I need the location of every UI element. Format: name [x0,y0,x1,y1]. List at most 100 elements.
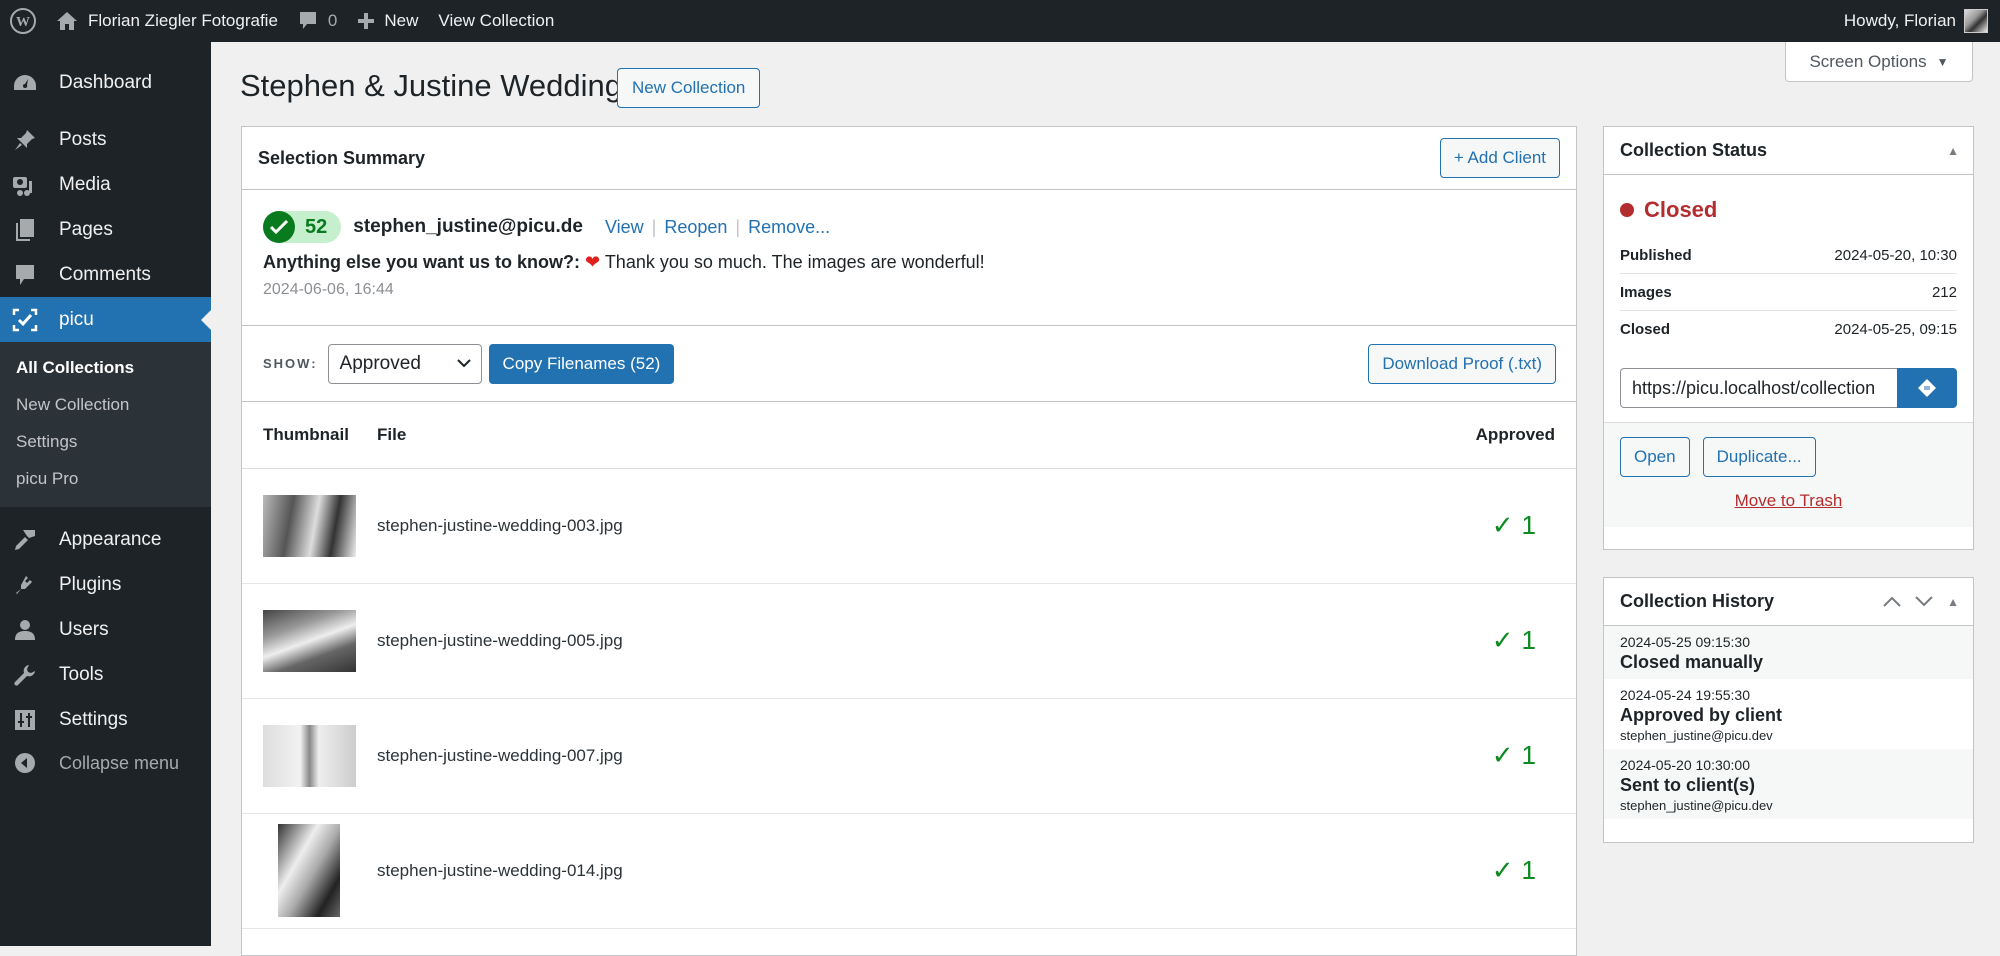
image-thumbnail[interactable] [263,609,356,672]
toggle-panel-icon[interactable]: ▲ [1947,144,1959,158]
column-header-thumbnail: Thumbnail [242,402,377,469]
submenu-new-collection[interactable]: New Collection [0,386,211,423]
sidebar-label: Posts [59,128,107,150]
meta-row-published: Published 2024-05-20, 10:30 [1620,237,1957,274]
sidebar-item-plugins[interactable]: Plugins [0,562,211,607]
approved-count: 52 [305,215,328,238]
sidebar-item-tools[interactable]: Tools [0,652,211,697]
copy-url-button[interactable] [1897,368,1957,408]
wordpress-logo-button[interactable]: W [0,0,46,42]
history-timestamp: 2024-05-20 10:30:00 [1620,757,1750,773]
plugin-icon [16,574,35,594]
chevron-up-icon[interactable] [1883,596,1901,607]
home-icon [57,12,77,30]
image-thumbnail[interactable] [263,724,356,787]
open-button[interactable]: Open [1620,437,1690,477]
selection-summary-title: Selection Summary [258,147,426,168]
status-text: Closed [1644,197,1718,222]
client-reopen-link[interactable]: Reopen [664,217,727,238]
client-remove-link[interactable]: Remove... [748,217,830,238]
screen-options-button[interactable]: Screen Options ▼ [1785,42,1973,82]
meta-value: 212 [1931,283,1957,301]
sidebar-item-comments[interactable]: Comments [0,252,211,297]
status-dot-icon [1620,203,1634,217]
media-icon [13,176,32,196]
wrench-icon [14,664,35,686]
column-header-approved: Approved [1228,402,1576,469]
chevron-down-icon[interactable] [1915,596,1933,607]
history-item: 2024-05-20 10:30:00 Sent to client(s) st… [1604,749,1973,819]
new-label: New [384,11,419,30]
image-thumbnail[interactable] [263,494,356,557]
meta-value: 2024-05-20, 10:30 [1834,246,1957,264]
download-proof-button[interactable]: Download Proof (.txt) [1368,343,1556,384]
collection-history-title: Collection History [1620,591,1775,611]
howdy-text: Howdy, Florian [1843,11,1956,30]
sidebar-item-media[interactable]: Media [0,162,211,207]
clipboard-icon [1918,379,1936,397]
approved-count-badge: 52 [263,211,342,243]
picu-icon [12,308,38,331]
sidebar-item-appearance[interactable]: Appearance [0,517,211,562]
sidebar-label: Users [59,618,109,640]
move-to-trash-link[interactable]: Move to Trash [1620,491,1957,511]
file-name: stephen-justine-wedding-005.jpg [377,583,1229,699]
toggle-panel-icon[interactable]: ▲ [1947,595,1959,609]
show-filter-select[interactable]: Approved [327,343,482,384]
sidebar-item-picu[interactable]: picu [0,297,211,342]
image-thumbnail[interactable] [278,824,340,917]
history-user: stephen_justine@picu.dev [1620,798,1773,813]
sidebar-label: picu [59,308,94,330]
comments-link[interactable]: 0 [288,0,347,42]
chevron-down-icon [456,359,471,368]
collapse-menu-button[interactable]: Collapse menu [0,742,211,784]
view-collection-link[interactable]: View Collection [428,0,564,42]
approved-value: 1 [1521,510,1536,540]
submenu-settings[interactable]: Settings [0,423,211,460]
file-name: stephen-justine-wedding-003.jpg [377,468,1229,584]
selection-summary-box: Selection Summary + Add Client 52 stephe… [241,126,1577,956]
client-entry: 52 stephen_justine@picu.de View | Reopen… [242,190,1576,326]
caret-down-icon: ▼ [1936,54,1949,69]
meta-row-closed: Closed 2024-05-25, 09:15 [1620,311,1957,348]
submenu-picu-pro[interactable]: picu Pro [0,460,211,497]
user-icon [15,619,35,640]
sidebar-item-settings[interactable]: Settings [0,697,211,742]
checkmark-icon: ✓ [1491,625,1514,655]
avatar [1964,9,1988,33]
copy-filenames-button[interactable]: Copy Filenames (52) [488,343,675,384]
my-account-link[interactable]: Howdy, Florian [1844,0,1988,42]
history-event: Sent to client(s) [1620,775,1756,795]
collapse-label: Collapse menu [59,752,180,773]
client-date: 2024-06-06, 16:44 [263,281,394,298]
status-indicator: Closed [1604,175,1973,223]
new-collection-button[interactable]: New Collection [617,68,761,108]
table-row: stephen-justine-wedding-005.jpg ✓ 1 [242,583,1576,699]
sidebar-item-users[interactable]: Users [0,607,211,652]
dashboard-icon [14,74,36,90]
selection-table: Thumbnail File Approved stephen-justine-… [242,402,1576,929]
sidebar-item-dashboard[interactable]: Dashboard [0,60,211,105]
new-content-link[interactable]: New [347,0,428,42]
history-user: stephen_justine@picu.dev [1620,728,1773,743]
collection-status-title: Collection Status [1620,140,1768,160]
site-name: Florian Ziegler Fotografie [88,11,278,30]
admin-bar: W Florian Ziegler Fotografie 0 New View … [0,0,2000,42]
duplicate-button[interactable]: Duplicate... [1702,437,1816,477]
site-name-link[interactable]: Florian Ziegler Fotografie [46,0,288,42]
history-item: 2024-05-24 19:55:30 Approved by client s… [1604,679,1973,749]
comment-icon [16,264,34,285]
page-title: Stephen & Justine Wedding [240,68,623,103]
client-view-link[interactable]: View [605,217,644,238]
history-item: 2024-05-25 09:15:30 Closed manually [1604,626,1973,679]
sidebar-item-posts[interactable]: Posts [0,117,211,162]
meta-row-images: Images 212 [1620,274,1957,311]
sidebar-item-pages[interactable]: Pages [0,207,211,252]
collapse-icon [15,753,35,773]
submenu-all-collections[interactable]: All Collections [0,349,211,386]
pages-icon [16,218,34,241]
sidebar-label: Dashboard [59,71,152,93]
add-client-button[interactable]: + Add Client [1439,138,1560,178]
collection-url-field[interactable]: https://picu.localhost/collection [1620,368,1897,408]
sidebar-label: Appearance [59,528,162,550]
